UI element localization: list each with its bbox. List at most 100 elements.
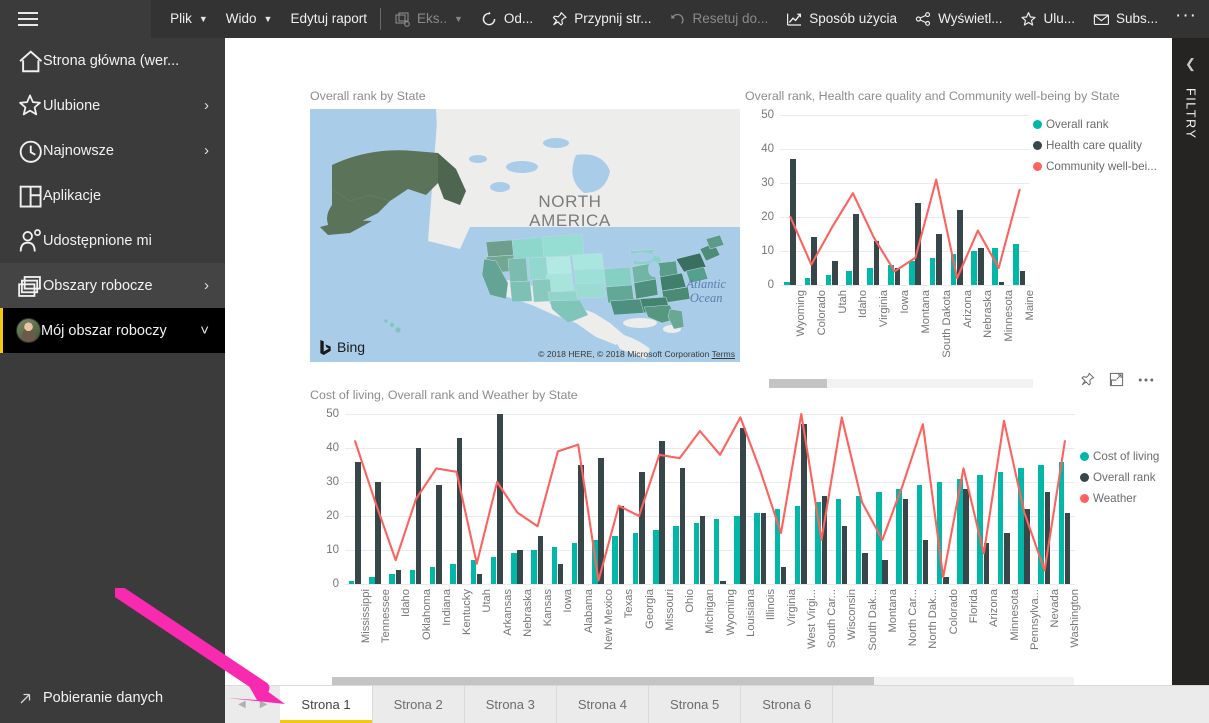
legend-item[interactable]: Weather	[1080, 492, 1159, 505]
y-axis-tick: 30	[761, 177, 774, 189]
tab-next-button[interactable]: ▶	[260, 699, 268, 710]
toolbar-item-wy-wietl[interactable]: Wyświetl...	[906, 0, 1011, 38]
map-terms-link[interactable]: Terms	[712, 349, 735, 359]
chart-top-right-plot: 0 10 20 30 40 50 Wyoming Colorado Utah Idaho Virg…	[761, 109, 1036, 358]
chevron-right-icon: ›	[204, 142, 209, 159]
chart-top-right[interactable]: Overall rank, Health care quality and Co…	[745, 89, 1157, 388]
x-axis-label: Kentucky	[461, 589, 473, 636]
sidebar-item-ulubione[interactable]: Ulubione ›	[0, 83, 225, 128]
tab-label: Strona 1	[301, 697, 351, 712]
x-axis-label: Idaho	[400, 589, 413, 617]
focus-mode-icon[interactable]	[1109, 372, 1124, 387]
x-axis-label: Nebraska	[982, 290, 995, 338]
toolbar-item-od[interactable]: Od...	[472, 0, 542, 38]
toolbar-item-edytuj-raport[interactable]: Edytuj raport	[281, 0, 376, 38]
filters-panel-collapsed[interactable]: ❮ FILTRY	[1172, 38, 1209, 685]
tab-strona-1[interactable]: Strona 1	[280, 686, 373, 723]
sidebar-item-obszary-robocze[interactable]: Obszary robocze ›	[0, 263, 225, 308]
more-options-icon[interactable]	[1138, 377, 1154, 383]
toolbar-item-przypnij-str[interactable]: Przypnij str...	[542, 0, 660, 38]
tab-strona-4[interactable]: Strona 4	[556, 686, 650, 723]
toolbar-item-ulu[interactable]: Ulu...	[1011, 0, 1084, 38]
map-visual[interactable]: Overall rank by State NORTH AMERICA Atla…	[310, 89, 740, 362]
star-icon	[1020, 11, 1037, 28]
x-axis-label: Oklahoma	[420, 589, 433, 640]
bing-label: Bing	[337, 339, 366, 355]
legend-item[interactable]: Overall rank	[1033, 118, 1157, 131]
chevron-left-icon[interactable]: ❮	[1185, 56, 1196, 72]
toolbar-item-plik[interactable]: Plik ▼	[161, 0, 217, 38]
toolbar-item-label: Resetuj do...	[692, 11, 769, 27]
tab-strona-3[interactable]: Strona 3	[464, 686, 557, 723]
x-axis-label: Montana	[919, 290, 932, 334]
y-axis-tick: 10	[326, 544, 339, 556]
chart-top-right-scrollbar[interactable]	[769, 379, 1033, 388]
tab-strona-2[interactable]: Strona 2	[372, 686, 465, 723]
hamburger-icon[interactable]	[18, 12, 38, 26]
chevron-down-icon: ▼	[263, 14, 273, 24]
toolbar-item-label: Od...	[503, 11, 534, 27]
x-axis-label: Idaho	[857, 290, 870, 318]
nav-list: Strona główna (wer... Ulubione › Najnowsze ›…	[0, 38, 225, 353]
y-axis-tick: 30	[326, 476, 339, 488]
toolbar-item-subs[interactable]: Subs...	[1084, 0, 1167, 38]
x-axis-label: Minnesota	[1008, 589, 1021, 641]
x-axis-label: Michigan	[704, 589, 717, 634]
x-axis-label: Virginia	[878, 290, 891, 328]
legend-item[interactable]: Cost of living	[1080, 450, 1159, 463]
x-axis-label: Tennessee	[379, 589, 392, 644]
x-axis-label: South Dakota	[940, 290, 953, 358]
x-axis-label: South Car...	[826, 589, 838, 649]
share-nodes-icon	[915, 11, 932, 28]
x-axis-label: Georgia	[643, 589, 656, 629]
legend-item[interactable]: Overall rank	[1080, 471, 1159, 484]
toolbar-item-label: Wyświetl...	[938, 11, 1003, 27]
sidebar-item-mój-obszar-roboczy[interactable]: Mój obszar roboczy ˅	[0, 308, 225, 353]
toolbar-item-label: Sposób użycia	[809, 11, 898, 27]
x-axis-label: Nevada	[1049, 589, 1062, 628]
tab-prev-button[interactable]: ◀	[238, 699, 246, 710]
filters-panel-label: FILTRY	[1183, 88, 1198, 140]
page-tab-strip: ◀ ▶ Strona 1 Strona 2 Strona 3 Strona 4 Stro…	[225, 685, 1209, 723]
toolbar-more-button[interactable]: ···	[1167, 5, 1209, 34]
x-axis-label: Illinois	[765, 589, 778, 621]
pin-icon[interactable]	[1080, 372, 1095, 387]
x-axis-label: Maine	[1024, 290, 1037, 321]
legend-label: Community well-bei...	[1046, 160, 1157, 173]
map-label-atlantic-ocean: Atlantic Ocean	[686, 277, 726, 305]
tab-label: Strona 5	[670, 697, 720, 712]
legend-label: Weather	[1093, 492, 1137, 505]
refresh-icon	[481, 11, 498, 28]
sidebar-item-najnowsze[interactable]: Najnowsze ›	[0, 128, 225, 173]
tab-strona-6[interactable]: Strona 6	[741, 686, 834, 723]
x-axis-label: South Dak...	[866, 589, 879, 651]
toolbar-item-spos-b-u-ycia[interactable]: Sposób użycia	[777, 0, 906, 38]
x-axis-label: Colorado	[947, 589, 960, 635]
sidebar-item-strona-główna-wer[interactable]: Strona główna (wer...	[0, 38, 225, 83]
undo-icon	[669, 11, 686, 28]
x-axis-label: Wisconsin	[846, 589, 859, 640]
sidebar-item-udostępnione-mi[interactable]: Udostępnione mi	[0, 218, 225, 263]
legend-swatch	[1033, 120, 1042, 129]
tab-strona-5[interactable]: Strona 5	[649, 686, 742, 723]
y-axis-tick: 50	[326, 408, 339, 420]
toolbar-separator	[379, 8, 381, 30]
x-axis-label: Iowa	[562, 589, 575, 613]
legend-item[interactable]: Community well-bei...	[1033, 160, 1157, 173]
scrollbar-thumb[interactable]	[769, 379, 828, 388]
y-axis-tick: 40	[326, 442, 339, 454]
line-series	[789, 178, 1021, 280]
toolbar-item-resetuj-do[interactable]: Resetuj do...	[660, 0, 777, 38]
legend-item[interactable]: Health care quality	[1033, 139, 1157, 152]
toolbar-item-wido[interactable]: Wido ▼	[217, 0, 282, 38]
sidebar-item-aplikacje[interactable]: Aplikacje	[0, 173, 225, 218]
x-axis-label: Minnesota	[1003, 290, 1016, 342]
legend-label: Cost of living	[1093, 450, 1160, 463]
gridline	[780, 285, 1030, 286]
toolbar-item-eks[interactable]: Eks.. ▼	[385, 0, 472, 38]
bing-map[interactable]: NORTH AMERICA Atlantic Ocean Bing © 2018 H…	[310, 109, 740, 362]
star-icon	[17, 93, 43, 119]
chart-bottom[interactable]: Cost of living, Overall rank and Weather…	[310, 388, 1159, 686]
sidebar-item-get-data[interactable]: Pobieranie danych	[0, 673, 225, 723]
